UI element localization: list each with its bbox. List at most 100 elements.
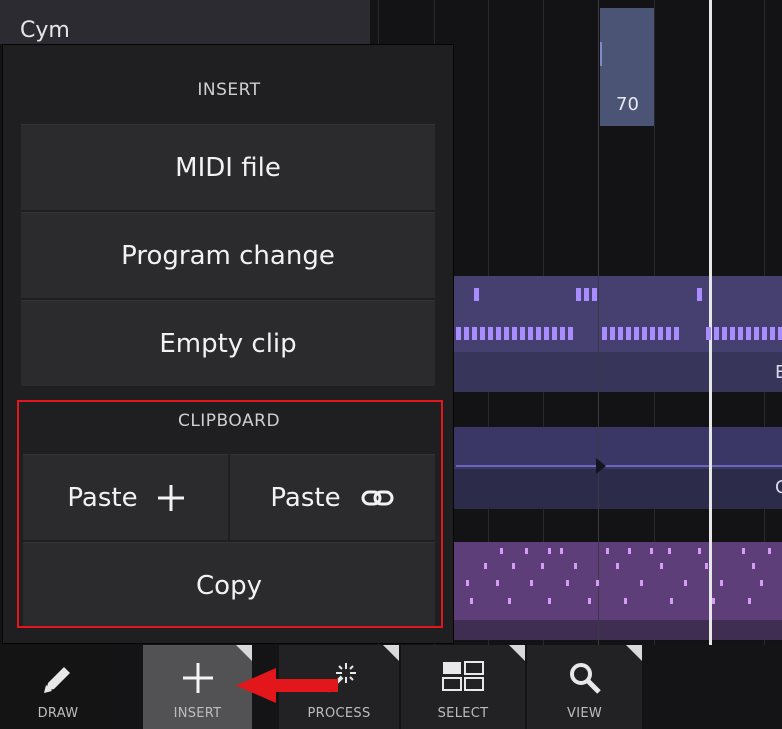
midi-note: [528, 327, 533, 340]
midi-note: [618, 327, 623, 340]
midi-note: [762, 327, 767, 340]
plus-icon: [182, 663, 213, 697]
tool-view[interactable]: VIEW: [527, 645, 642, 729]
insert-section-title: INSERT: [197, 80, 261, 100]
tool-select[interactable]: SELECT: [401, 645, 525, 729]
insert-program-change-button[interactable]: Program change: [21, 212, 435, 298]
midi-note: [770, 327, 775, 340]
midi-note: [472, 327, 477, 340]
midi-note: [684, 580, 687, 586]
clip-name: E: [775, 362, 782, 383]
midi-note: [548, 548, 551, 554]
midi-note: [634, 327, 639, 340]
midi-note: [698, 548, 701, 554]
midi-note: [536, 327, 541, 340]
midi-note: [616, 563, 619, 569]
midi-note: [742, 548, 745, 554]
tool-process-label: PROCESS: [307, 706, 371, 721]
midi-note: [576, 288, 581, 301]
midi-note: [768, 548, 771, 554]
midi-note: [746, 327, 751, 340]
waveform: [456, 465, 782, 467]
midi-note: [484, 563, 487, 569]
insert-program-change-label: Program change: [121, 240, 335, 271]
midi-note: [640, 580, 643, 586]
midi-note: [760, 580, 763, 586]
midi-note: [712, 598, 715, 604]
midi-note: [508, 598, 511, 604]
midi-clip[interactable]: [599, 542, 782, 640]
tool-insert-label: INSERT: [173, 706, 222, 721]
midi-note: [674, 327, 679, 340]
clip-value-label: 70: [616, 94, 639, 115]
track-name-header[interactable]: Cym: [0, 0, 370, 44]
midi-note: [720, 580, 723, 586]
midi-note: [512, 327, 517, 340]
midi-note: [714, 327, 719, 340]
tool-view-label: VIEW: [567, 706, 602, 721]
clip-split-marker: [596, 458, 606, 474]
clip-name: C: [775, 477, 782, 498]
tool-draw[interactable]: DRAW: [0, 645, 116, 729]
midi-note: [668, 548, 671, 554]
midi-note: [650, 548, 653, 554]
playhead[interactable]: [709, 0, 712, 645]
midi-note: [456, 327, 461, 340]
midi-note: [552, 327, 557, 340]
midi-clip[interactable]: [454, 542, 598, 640]
midi-note: [504, 327, 509, 340]
midi-note: [574, 563, 577, 569]
tool-draw-label: DRAW: [37, 706, 79, 721]
midi-note: [525, 548, 528, 554]
midi-note: [748, 598, 751, 604]
midi-note: [602, 327, 607, 340]
audio-clip[interactable]: [454, 427, 598, 509]
midi-note: [628, 548, 631, 554]
midi-note: [624, 598, 627, 604]
midi-note: [560, 327, 565, 340]
midi-note: [560, 548, 563, 554]
midi-note: [666, 327, 671, 340]
midi-note: [642, 327, 647, 340]
audio-clip[interactable]: C: [599, 427, 782, 509]
midi-note: [722, 327, 727, 340]
midi-note: [592, 288, 597, 301]
midi-note: [496, 580, 499, 586]
midi-note: [626, 327, 631, 340]
magnifier-icon: [568, 661, 602, 699]
midi-note: [697, 288, 702, 301]
midi-note: [584, 288, 589, 301]
tool-select-label: SELECT: [437, 706, 489, 721]
pencil-icon: [40, 661, 76, 701]
midi-note: [706, 327, 711, 340]
midi-note: [778, 327, 782, 340]
insert-midi-file-button[interactable]: MIDI file: [21, 124, 435, 210]
midi-note: [650, 327, 655, 340]
submenu-corner-indicator: [509, 645, 525, 661]
insert-empty-clip-button[interactable]: Empty clip: [21, 300, 435, 386]
midi-note: [496, 327, 501, 340]
midi-note: [464, 327, 469, 340]
midi-note: [596, 580, 599, 586]
insert-empty-clip-label: Empty clip: [159, 328, 297, 359]
midi-note: [738, 327, 743, 340]
midi-note: [520, 327, 525, 340]
midi-note: [548, 598, 551, 604]
midi-note: [544, 327, 549, 340]
submenu-corner-indicator: [383, 645, 399, 661]
midi-note: [530, 580, 533, 586]
red-arrow-annotation: [236, 668, 338, 703]
midi-note: [670, 598, 673, 604]
submenu-corner-indicator: [626, 645, 642, 661]
midi-note: [752, 563, 755, 569]
insert-midi-file-label: MIDI file: [175, 152, 281, 183]
clipboard-highlight-box: [17, 400, 443, 628]
midi-note: [566, 580, 569, 586]
cym-clip[interactable]: 70: [600, 8, 654, 126]
midi-note: [660, 563, 663, 569]
midi-note: [512, 563, 515, 569]
midi-note: [658, 327, 663, 340]
track-name: Cym: [20, 18, 70, 43]
midi-note: [730, 327, 735, 340]
midi-note: [500, 548, 503, 554]
